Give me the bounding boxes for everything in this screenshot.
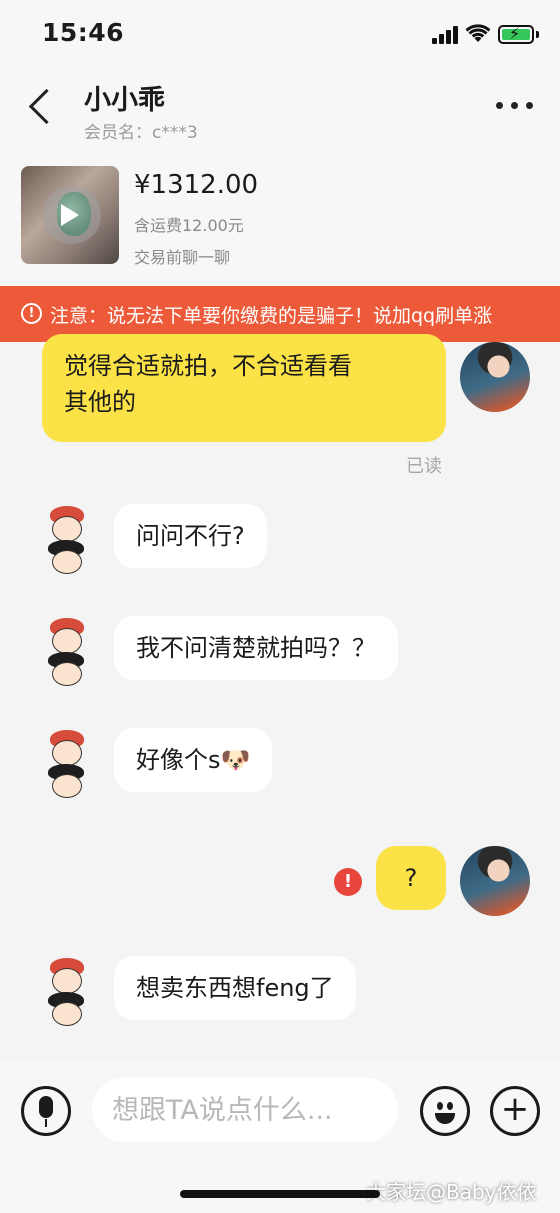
other-avatar[interactable] bbox=[36, 730, 98, 800]
product-price: ¥1312.00 bbox=[134, 170, 259, 200]
message-bubble[interactable]: ? bbox=[376, 846, 446, 910]
read-status: 已读 bbox=[406, 456, 442, 477]
battery-cap bbox=[536, 31, 539, 38]
dot-icon bbox=[496, 102, 503, 109]
microphone-icon[interactable] bbox=[21, 1086, 71, 1136]
warning-text: 注意：说无法下单要你缴费的是骗子！说加qq刷单涨 bbox=[50, 305, 493, 327]
home-indicator[interactable] bbox=[180, 1190, 380, 1198]
status-bar: 15:46 ⚡ bbox=[0, 0, 560, 66]
plus-icon[interactable]: + bbox=[490, 1086, 540, 1136]
play-icon bbox=[61, 204, 79, 226]
warning-icon: ! bbox=[21, 303, 42, 324]
message-bubble[interactable]: 觉得合适就拍，不合适看看 其他的 bbox=[42, 334, 446, 442]
charging-bolt-icon: ⚡ bbox=[509, 24, 521, 43]
member-name: 会员名：c***3 bbox=[84, 123, 198, 143]
product-card[interactable]: ¥1312.00 含运费12.00元 交易前聊一聊 bbox=[0, 154, 560, 284]
watermark: 大家坛@Baby依依 bbox=[366, 1180, 537, 1204]
shipping-fee: 含运费12.00元 bbox=[134, 216, 244, 235]
dot-icon bbox=[511, 102, 518, 109]
chat-title: 小小乖 bbox=[84, 85, 165, 116]
message-input[interactable] bbox=[92, 1078, 398, 1142]
message-text-line: 其他的 bbox=[64, 388, 136, 416]
prechat-note: 交易前聊一聊 bbox=[134, 248, 231, 267]
send-failed-icon[interactable]: ! bbox=[334, 868, 362, 896]
message-bubble[interactable]: 好像个s🐶 bbox=[114, 728, 273, 792]
self-avatar[interactable] bbox=[460, 846, 530, 916]
back-button[interactable] bbox=[24, 86, 58, 126]
more-options-button[interactable] bbox=[494, 100, 534, 112]
chat-header: 小小乖 会员名：c***3 bbox=[0, 66, 560, 154]
cellular-signal-icon bbox=[432, 26, 458, 44]
other-avatar[interactable] bbox=[36, 506, 98, 576]
message-bubble[interactable]: 想卖东西想feng了 bbox=[114, 956, 356, 1020]
self-avatar[interactable] bbox=[460, 342, 530, 412]
other-avatar[interactable] bbox=[36, 618, 98, 688]
message-bubble[interactable]: 我不问清楚就拍吗？？ bbox=[114, 616, 398, 680]
status-time: 15:46 bbox=[42, 18, 125, 47]
message-text-line: 觉得合适就拍，不合适看看 bbox=[64, 352, 352, 380]
dot-icon bbox=[526, 102, 533, 109]
wifi-icon bbox=[466, 24, 490, 42]
emoji-icon[interactable] bbox=[420, 1086, 470, 1136]
product-thumbnail[interactable] bbox=[21, 166, 119, 264]
message-bubble[interactable]: 问问不行? bbox=[114, 504, 267, 568]
other-avatar[interactable] bbox=[36, 958, 98, 1028]
